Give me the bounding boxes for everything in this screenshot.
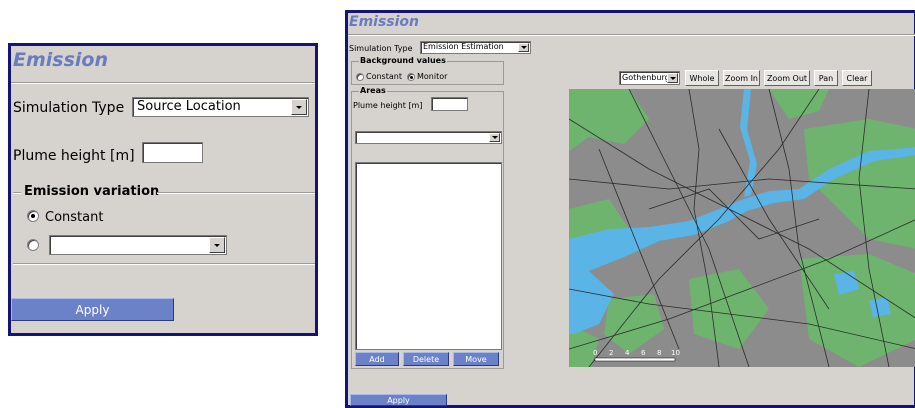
scale-label-10: 10 — [671, 349, 680, 357]
city-map[interactable]: 0 2 4 6 8 10 — [569, 89, 915, 367]
whole-button[interactable]: Whole — [685, 70, 719, 86]
add-button[interactable]: Add — [355, 352, 399, 366]
background-constant-radio[interactable] — [356, 73, 364, 81]
chevron-down-icon[interactable] — [291, 99, 307, 115]
move-button[interactable]: Move — [453, 352, 499, 366]
background-monitor-label: Monitor — [417, 72, 448, 81]
left-panel-title: Emission — [13, 49, 108, 71]
areas-label: Areas — [359, 86, 387, 95]
left-emission-panel: Emission Simulation Type Source Location… — [8, 43, 318, 336]
delete-button[interactable]: Delete — [403, 352, 449, 366]
left-apply-button[interactable]: Apply — [11, 298, 174, 321]
variation-radio[interactable] — [27, 239, 39, 251]
scale-label-8: 8 — [657, 349, 661, 357]
area-select[interactable] — [355, 131, 502, 144]
right-panel-title: Emission — [349, 14, 419, 30]
scale-label-6: 6 — [641, 349, 646, 357]
background-constant-label: Constant — [366, 72, 402, 81]
radio-dot-icon — [31, 214, 35, 218]
scale-label-4: 4 — [625, 349, 630, 357]
constant-radio[interactable] — [27, 210, 39, 222]
chevron-down-icon[interactable] — [489, 133, 500, 142]
clear-button[interactable]: Clear — [842, 70, 872, 86]
left-simulation-type-label: Simulation Type — [13, 100, 125, 116]
background-values-label: Background values — [359, 56, 447, 65]
right-title-divider — [348, 34, 915, 35]
left-bottom-divider — [13, 263, 315, 264]
scale-label-0: 0 — [593, 349, 597, 357]
city-select[interactable]: Gothenburg — [619, 71, 680, 85]
background-monitor-radio[interactable] — [407, 73, 415, 81]
variation-select[interactable] — [49, 235, 227, 255]
city-select-value: Gothenburg — [622, 73, 670, 82]
constant-label: Constant — [45, 210, 104, 225]
left-simulation-type-value: Source Location — [137, 99, 241, 114]
left-title-divider — [11, 82, 315, 83]
left-plume-height-label: Plume height [m] — [13, 148, 135, 164]
right-plume-height-input[interactable] — [431, 97, 468, 111]
emission-variation-label: Emission variation — [24, 184, 160, 199]
zoom-out-button[interactable]: Zoom Out — [764, 70, 810, 86]
zoom-in-button[interactable]: Zoom In — [723, 70, 760, 86]
chevron-down-icon[interactable] — [518, 43, 529, 52]
left-simulation-type-select[interactable]: Source Location — [132, 97, 309, 117]
right-simulation-type-label: Simulation Type — [349, 44, 413, 53]
right-simulation-type-value: Emission Estimation — [423, 42, 504, 51]
radio-dot-icon — [409, 75, 413, 79]
right-emission-panel: Emission Simulation Type Emission Estima… — [345, 10, 915, 408]
emission-variation-divider-right — [157, 192, 315, 193]
area-listbox[interactable] — [355, 162, 502, 350]
pan-button[interactable]: Pan — [814, 70, 838, 86]
chevron-down-icon[interactable] — [209, 237, 225, 253]
scale-label-2: 2 — [609, 349, 613, 357]
right-plume-height-label: Plume height [m] — [353, 101, 423, 110]
right-simulation-type-select[interactable]: Emission Estimation — [420, 41, 531, 54]
chevron-down-icon[interactable] — [667, 73, 678, 83]
emission-variation-divider-left — [13, 192, 21, 193]
left-plume-height-input[interactable] — [142, 142, 203, 163]
right-apply-button[interactable]: Apply — [350, 394, 447, 406]
